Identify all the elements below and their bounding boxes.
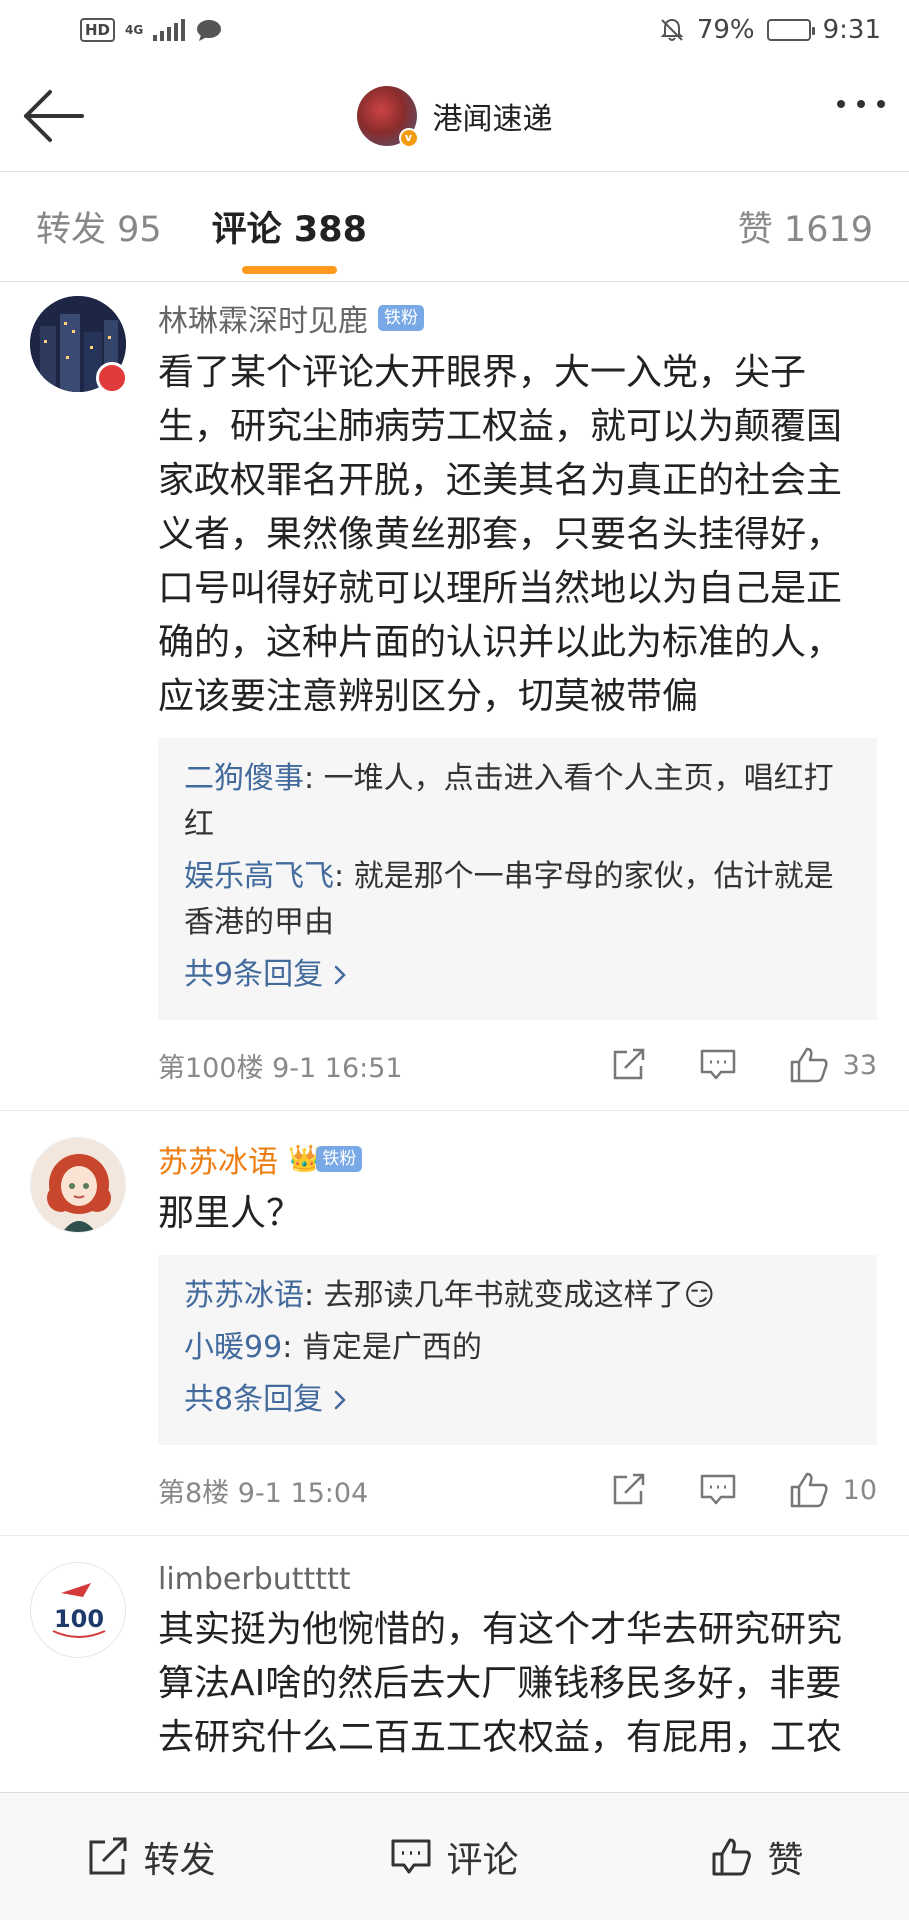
comment-item: 林琳霖深时见鹿 铁粉 看了某个评论大开眼界，大一入党，尖子生，研究尘肺病劳工权益… [0,282,909,1111]
fan-badge: 铁粉 [316,1146,363,1172]
username[interactable]: 林琳霖深时见鹿 [158,296,368,340]
logo-100-avatar-image: 100 [52,1583,106,1638]
chevron-right-icon [334,965,346,985]
battery-percent: 79% [696,15,755,45]
thumbs-up-icon [712,1838,752,1875]
account-header[interactable]: v 港闻速递 [356,85,553,148]
mute-bell-icon [660,18,684,41]
view-all-replies-label: 共9条回复 [184,957,324,992]
share-button[interactable] [611,1048,647,1082]
view-all-replies[interactable]: 共9条回复 [184,952,855,998]
girl-avatar-image [47,1154,111,1232]
comment-list: 林琳霖深时见鹿 铁粉 看了某个评论大开眼界，大一入党，尖子生，研究尘肺病劳工权益… [0,282,909,1765]
reply-button[interactable] [699,1048,737,1082]
clock: 9:31 [822,15,881,45]
comment-text: 看了某个评论大开眼界，大一入党，尖子生，研究尘肺病劳工权益，就可以为颠覆国家政权… [158,352,843,717]
network-type: 4G [125,23,144,37]
tab-comments[interactable]: 评论 388 [211,201,367,274]
like-button[interactable]: 33 [789,1046,877,1084]
view-all-replies-label: 共8条回复 [184,1382,324,1417]
share-icon [613,1473,644,1505]
svg-text:100: 100 [54,1605,104,1633]
verified-icon: v [398,127,419,148]
account-avatar[interactable]: v [356,85,419,148]
username[interactable]: 苏苏冰语 [158,1137,278,1181]
status-bar: HD 4G 79% 9:31 [0,0,909,60]
chevron-right-icon [334,1390,346,1410]
signal-icon [153,19,186,41]
like-button[interactable]: 10 [789,1471,877,1509]
comment-icon [700,1049,735,1080]
tab-reposts[interactable]: 转发 95 [36,201,162,252]
comment-label: 评论 [446,1839,519,1881]
reply-text: : 去那读几年书就变成这样了😏 [304,1278,715,1313]
user-avatar[interactable] [30,1137,126,1233]
share-icon [613,1048,644,1080]
thumbs-up-icon [790,1047,828,1083]
username[interactable]: limberbuttttt [158,1562,351,1597]
comment-user: 苏苏冰语 👑 铁粉 [158,1137,877,1181]
reply-text: : 肯定是广西的 [282,1330,482,1365]
comment-user: 林琳霖深时见鹿 铁粉 [158,296,877,340]
like-count: 10 [842,1474,877,1506]
active-tab-indicator [241,266,337,274]
floor-time: 第8楼 9-1 15:04 [158,1477,369,1509]
reply-user[interactable]: 二狗傻事 [184,761,304,796]
tab-comments-label: 评论 388 [211,210,367,250]
share-button[interactable] [611,1473,647,1507]
repost-label: 转发 [143,1839,216,1881]
like-label: 赞 [767,1839,804,1881]
reply-item: 二狗傻事: 一堆人，点击进入看个人主页，唱红打红 [184,756,855,848]
floor-time: 第100楼 9-1 16:51 [158,1052,403,1084]
nav-bar: v 港闻速递 [0,60,909,172]
battery-icon [766,19,815,41]
back-arrow-icon[interactable] [22,88,86,144]
account-name[interactable]: 港闻速递 [433,94,553,138]
user-avatar[interactable]: 100 [30,1562,126,1658]
comment-meta: 第100楼 9-1 16:51 33 [158,1020,877,1110]
reply-item: 苏苏冰语: 去那读几年书就变成这样了😏 [184,1273,855,1319]
bottom-action-bar: 转发 评论 赞 [0,1792,909,1920]
user-avatar[interactable] [30,296,128,394]
share-icon [89,1837,127,1874]
member-badge-icon [96,362,128,394]
comment-user: limberbuttttt [158,1562,877,1597]
like-count: 33 [842,1049,877,1081]
reply-item: 小暖99: 肯定是广西的 [184,1325,855,1371]
comment-text: 其实挺为他惋惜的，有这个才华去研究研究算法AI啥的然后去大厂赚钱移民多好，非要去… [158,1609,843,1758]
fan-badge: 铁粉 [378,305,424,331]
comment-text: 那里人？ [158,1193,303,1234]
comment-meta: 第8楼 9-1 15:04 10 [158,1445,877,1535]
comment-item: 100 limberbuttttt 其实挺为他惋惜的，有这个才华去研究研究算法A… [0,1536,909,1765]
tab-likes[interactable]: 赞 1619 [738,201,873,252]
reply-box[interactable]: 苏苏冰语: 去那读几年书就变成这样了😏 小暖99: 肯定是广西的 共8条回复 [158,1255,877,1445]
message-icon [197,20,222,41]
comment-button[interactable]: 评论 [303,1831,606,1883]
comment-icon [391,1839,431,1873]
reply-box[interactable]: 二狗傻事: 一堆人，点击进入看个人主页，唱红打红 娱乐高飞飞: 就是那个一串字母… [158,738,877,1020]
reply-item: 娱乐高飞飞: 就是那个一串字母的家伙，估计就是香港的甲由 [184,854,855,946]
thumbs-up-icon [790,1472,828,1508]
like-post-button[interactable]: 赞 [606,1831,909,1883]
reply-user[interactable]: 苏苏冰语 [184,1278,304,1313]
tab-bar: 转发 95 评论 388 赞 1619 [0,172,909,282]
more-icon[interactable] [837,100,885,108]
reply-user[interactable]: 娱乐高飞飞 [184,859,334,894]
view-all-replies[interactable]: 共8条回复 [184,1377,855,1423]
comment-item: 苏苏冰语 👑 铁粉 那里人？ 苏苏冰语: 去那读几年书就变成这样了😏 小暖99:… [0,1111,909,1536]
reply-button[interactable] [699,1473,737,1507]
repost-button[interactable]: 转发 [0,1831,303,1883]
hd-badge: HD [80,18,116,42]
reply-user[interactable]: 小暖99 [184,1330,282,1365]
comment-icon [700,1474,735,1505]
